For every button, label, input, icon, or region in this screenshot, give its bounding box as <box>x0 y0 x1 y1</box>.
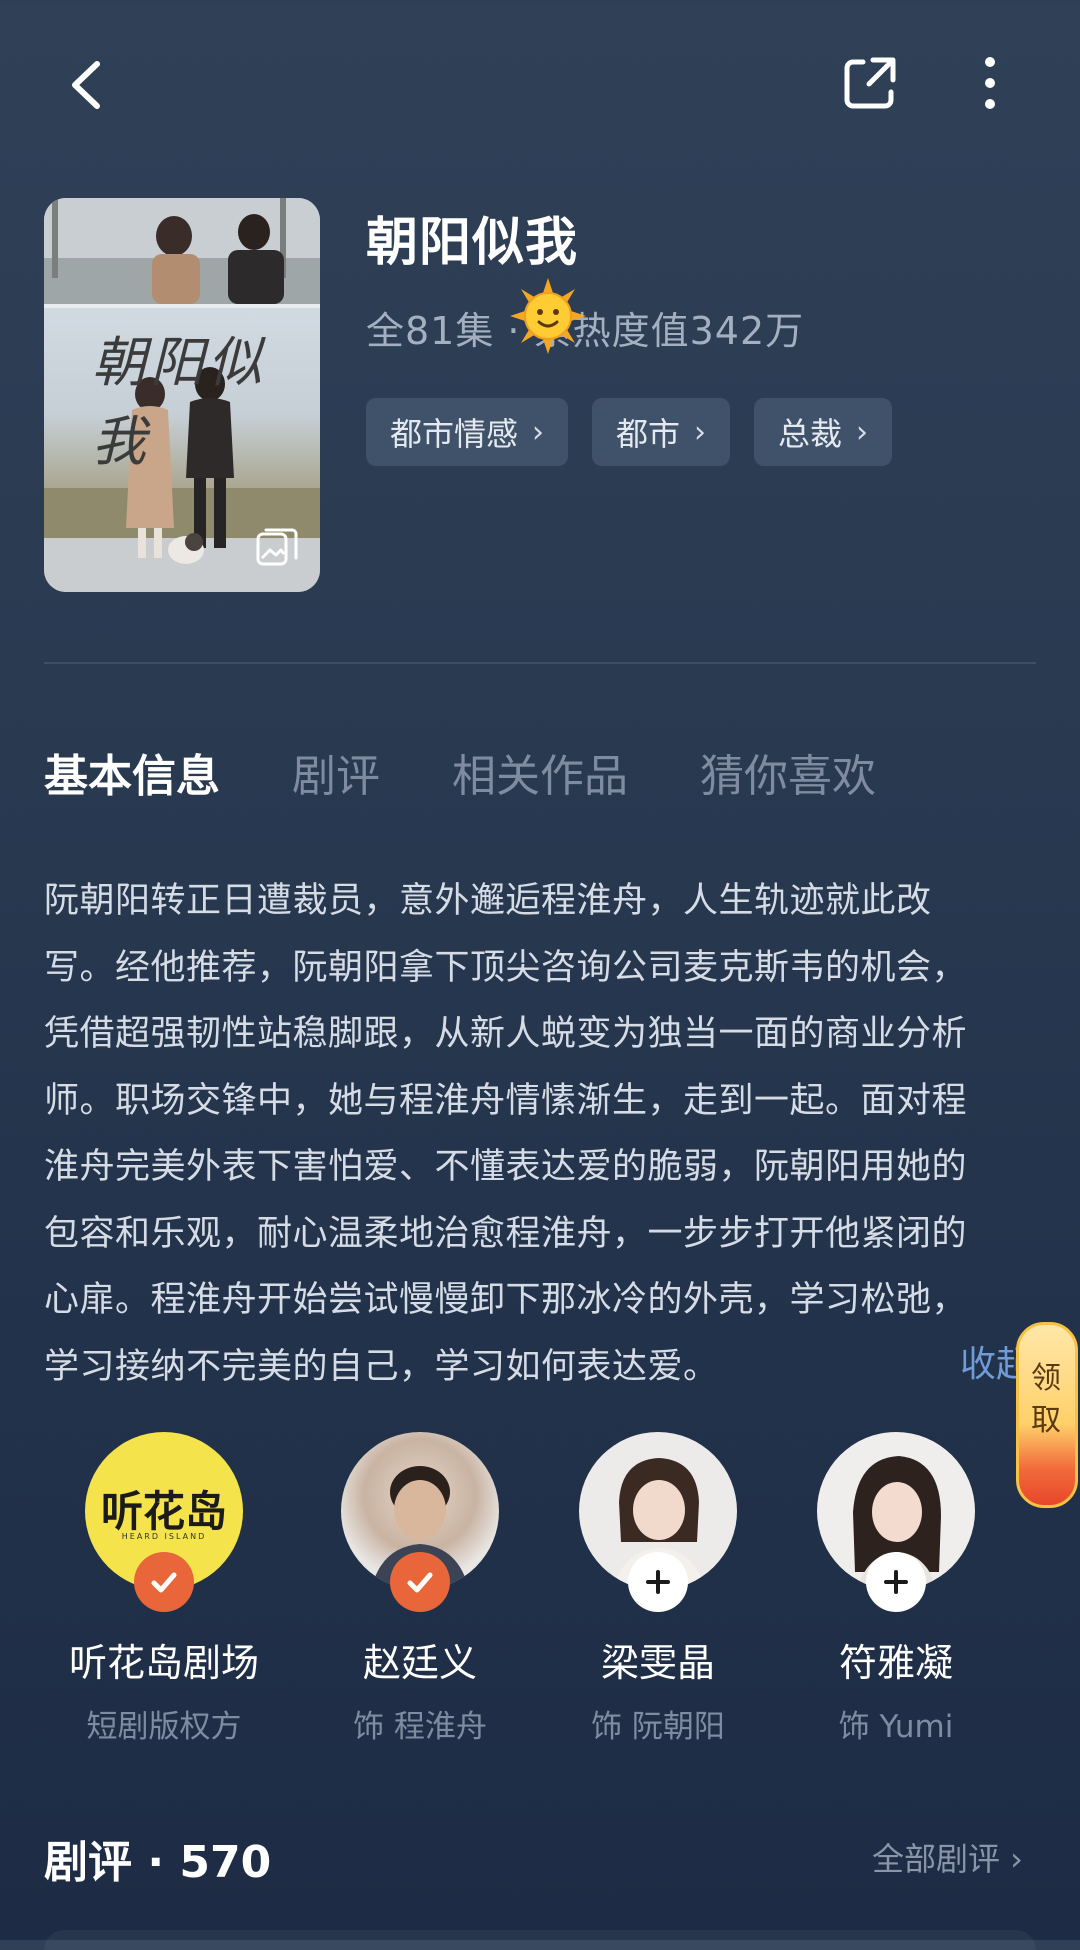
chevron-right-icon: › <box>532 414 545 450</box>
chevron-right-icon: › <box>856 414 869 450</box>
cast-role: 短剧版权方 <box>86 1709 242 1745</box>
plus-icon <box>646 1570 670 1594</box>
avatar <box>579 1432 737 1612</box>
poster-title: 朝阳似我 <box>92 331 266 473</box>
tag-urban-romance[interactable]: 都市情感 › <box>366 398 569 466</box>
all-reviews-link[interactable]: 全部剧评 › <box>872 1834 1023 1880</box>
avatar <box>341 1432 499 1612</box>
section-divider <box>44 662 1036 664</box>
follow-badge[interactable] <box>866 1552 926 1612</box>
synopsis: 阮朝阳转正日遭裁员，意外邂逅程淮舟，人生轨迹就此改 写。经他推荐，阮朝阳拿下顶尖… <box>44 868 1044 1400</box>
sun-emoji-icon <box>508 276 588 356</box>
tag-ceo[interactable]: 总裁 › <box>754 398 893 466</box>
tag-urban[interactable]: 都市 › <box>592 398 731 466</box>
synopsis-line: 心扉。程淮舟开始尝试慢慢卸下那冰冷的外壳，学习松弛， <box>44 1280 968 1320</box>
check-icon <box>151 1572 177 1593</box>
cast-role: 饰 Yumi <box>838 1709 954 1745</box>
synopsis-line: 凭借超强韧性站稳脚跟，从新人蜕变为独当一面的商业分析 <box>44 1014 968 1054</box>
tag-label: 总裁 <box>778 415 843 453</box>
cast-name: 梁雯晶 <box>600 1641 715 1685</box>
cast-item[interactable]: 梁雯晶 饰 阮朝阳 <box>538 1432 778 1746</box>
avatar-logo-subtext: HEARD ISLAND <box>121 1532 207 1541</box>
tab-recommendations[interactable]: 猜你喜欢 <box>700 740 876 804</box>
cast-name: 符雅凝 <box>838 1641 953 1685</box>
cast-role: 饰 阮朝阳 <box>591 1709 725 1745</box>
synopsis-line: 学习接纳不完美的自己，学习如何表达爱。 <box>44 1346 719 1387</box>
cast-list: 听花岛 HEARD ISLAND 听花岛剧场 短剧版权方 赵廷义 饰 程淮舟 梁… <box>44 1432 1036 1752</box>
cast-name: 听花岛剧场 <box>68 1641 259 1685</box>
share-icon <box>844 57 896 109</box>
avatar-logo-text: 听花岛 <box>100 1487 227 1536</box>
genre-tags: 都市情感 › 都市 › 总裁 › <box>366 398 893 466</box>
tab-related-works[interactable]: 相关作品 <box>452 740 628 804</box>
back-button[interactable] <box>55 50 125 120</box>
cast-item[interactable]: 符雅凝 饰 Yumi <box>776 1432 1016 1746</box>
more-button[interactable] <box>955 48 1025 118</box>
more-vertical-icon <box>985 57 995 109</box>
show-title: 朝阳似我 <box>366 213 579 273</box>
poster-image[interactable]: 朝阳似我 <box>44 198 320 592</box>
cast-item[interactable]: 听花岛 HEARD ISLAND 听花岛剧场 短剧版权方 <box>44 1432 284 1746</box>
avatar <box>817 1432 975 1612</box>
synopsis-line: 写。经他推荐，阮朝阳拿下顶尖咨询公司麦克斯韦的机会， <box>44 947 968 988</box>
share-button[interactable] <box>835 48 905 118</box>
synopsis-line: 师。职场交锋中，她与程淮舟情愫渐生，走到一起。面对程 <box>44 1080 968 1121</box>
tag-label: 都市 <box>616 415 681 453</box>
plus-icon <box>884 1570 908 1594</box>
tab-basic-info[interactable]: 基本信息 <box>44 740 220 804</box>
chevron-left-icon <box>72 61 100 109</box>
gallery-icon[interactable] <box>254 524 300 570</box>
chevron-right-icon: › <box>694 414 707 450</box>
tag-label: 都市情感 <box>390 415 519 453</box>
claim-label: 领取 <box>1031 1361 1061 1438</box>
cast-name: 赵廷义 <box>362 1641 477 1685</box>
detail-tabs: 基本信息 剧评 相关作品 猜你喜欢 <box>44 740 948 804</box>
cast-role: 饰 程淮舟 <box>353 1709 487 1745</box>
followed-badge[interactable] <box>390 1552 450 1612</box>
review-card-edge <box>44 1930 1036 1950</box>
cast-item[interactable]: 赵廷义 饰 程淮舟 <box>300 1432 540 1746</box>
avatar: 听花岛 HEARD ISLAND <box>85 1432 243 1612</box>
followed-badge[interactable] <box>134 1552 194 1612</box>
tab-reviews[interactable]: 剧评 <box>292 740 380 804</box>
synopsis-line: 阮朝阳转正日遭裁员，意外邂逅程淮舟，人生轨迹就此改 <box>44 881 932 921</box>
synopsis-line: 包容和乐观，耐心温柔地治愈程淮舟，一步步打开他紧闭的 <box>44 1213 968 1254</box>
reviews-section-title: 剧评 · 570 <box>44 1837 272 1888</box>
follow-badge[interactable] <box>628 1552 688 1612</box>
synopsis-line: 淮舟完美外表下害怕爱、不懂表达爱的脆弱，阮朝阳用她的 <box>44 1147 968 1187</box>
check-icon <box>407 1572 433 1593</box>
